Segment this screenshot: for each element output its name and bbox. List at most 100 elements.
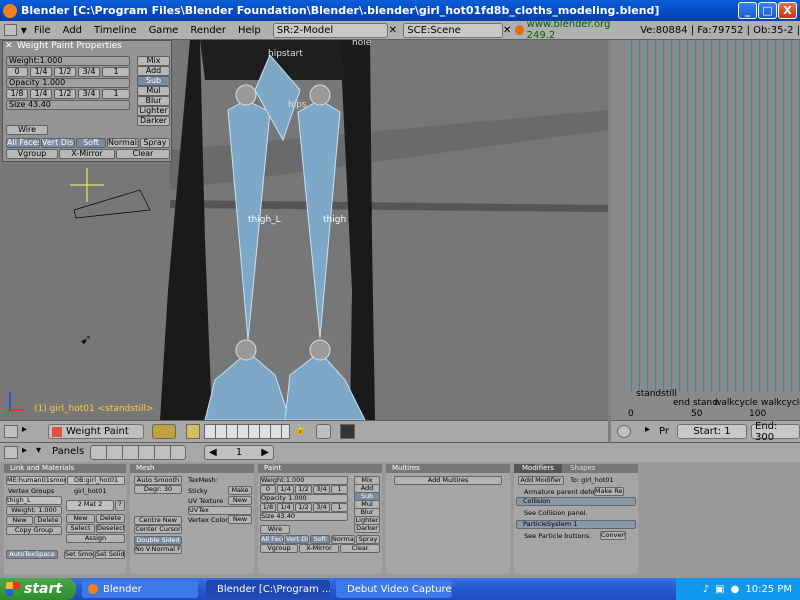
particle-system-modifier[interactable]: ParticleSystem 1	[516, 520, 636, 529]
paint-soft[interactable]: Soft	[310, 535, 330, 544]
draw-type-icon[interactable]	[152, 424, 176, 439]
paint-opacity-1-8[interactable]: 1/8	[260, 503, 276, 512]
menu-timeline[interactable]: Timeline	[88, 25, 143, 36]
wp-size-slider[interactable]: Size 43.40	[6, 100, 130, 110]
panels-menu[interactable]: Panels	[52, 446, 84, 457]
paint-normals[interactable]: Normals	[331, 535, 355, 544]
wp-mode-lighter[interactable]: Lighter	[137, 106, 170, 116]
wp-opacity-1-4[interactable]: 1/4	[30, 89, 52, 99]
vertex-group-selector[interactable]: thigh_L	[6, 496, 62, 505]
paint-wire-toggle[interactable]: Wire	[260, 525, 290, 534]
menu-game[interactable]: Game	[143, 25, 185, 36]
timeline-type-icon[interactable]	[617, 425, 631, 438]
paint-opacity-1-4[interactable]: 1/4	[277, 503, 294, 512]
wp-normals[interactable]: Normals	[107, 138, 139, 148]
timeline-window[interactable]: standstill end stand walkcycle walkcycle…	[611, 40, 800, 420]
double-sided-toggle[interactable]: Double Sided	[134, 536, 182, 545]
timeline-marker-walkcycle-2[interactable]: walkcycle	[761, 398, 800, 408]
paint-weight-3-4[interactable]: 3/4	[313, 485, 330, 494]
wp-all-faces[interactable]: All Faces	[6, 138, 40, 148]
wp-soft[interactable]: Soft	[76, 138, 106, 148]
timeline-marker-walkcycle[interactable]: walkcycle	[714, 398, 758, 408]
material-index-field[interactable]: 2 Mat 2	[66, 500, 114, 511]
auto-smooth-toggle[interactable]: Auto Smooth	[134, 476, 182, 485]
menu-add[interactable]: Add	[57, 25, 88, 36]
paint-weight-slider[interactable]: Weight:1.000	[260, 476, 348, 485]
frame-next-icon[interactable]: ▶	[261, 447, 269, 458]
paint-all-faces[interactable]: All Faces	[260, 535, 284, 544]
wp-weight-3-4[interactable]: 3/4	[78, 67, 100, 77]
render-preview-icon[interactable]	[340, 424, 355, 439]
center-cursor-button[interactable]: Center Cursor	[134, 525, 182, 534]
wp-wire-toggle[interactable]: Wire	[6, 125, 48, 135]
start-button[interactable]: start	[0, 578, 76, 600]
taskbar-item-blender[interactable]: Blender	[82, 580, 198, 598]
set-solid-button[interactable]: Set Solid	[95, 550, 125, 559]
uvtex-layer[interactable]: UVTex	[188, 506, 252, 515]
paint-opacity-3-4[interactable]: 3/4	[313, 503, 330, 512]
timeline-collapse-icon[interactable]: ▸	[645, 424, 650, 435]
material-arrow-icon[interactable]: ?	[115, 500, 125, 511]
copy-group-button[interactable]: Copy Group	[6, 526, 62, 535]
frame-number-field[interactable]: ◀ 1 ▶	[204, 445, 274, 460]
wp-mode-mul[interactable]: Mul	[137, 86, 170, 96]
collision-modifier[interactable]: Collision	[516, 497, 636, 506]
wp-weight-1-2[interactable]: 1/2	[54, 67, 76, 77]
set-smooth-button[interactable]: Set Smooth	[64, 550, 94, 559]
wp-opacity-1[interactable]: 1	[102, 89, 130, 99]
screen-selector[interactable]: SR:2-Model	[272, 22, 389, 38]
vgroup-new-button[interactable]: New	[6, 516, 33, 525]
autotexspace-toggle[interactable]: AutoTexSpace	[6, 550, 58, 559]
paint-weight-1-4[interactable]: 1/4	[277, 485, 294, 494]
wp-opacity-3-4[interactable]: 3/4	[78, 89, 100, 99]
paint-size-slider[interactable]: Size 43.40	[260, 512, 348, 521]
add-modifier-button[interactable]: Add Modifier	[518, 476, 564, 485]
shapes-tab[interactable]: Shapes	[562, 464, 604, 473]
paint-brush-icon[interactable]	[186, 424, 200, 439]
paint-vert-dist[interactable]: Vert Dist	[285, 535, 309, 544]
context-buttons[interactable]	[90, 445, 186, 460]
wp-opacity-1-8[interactable]: 1/8	[6, 89, 28, 99]
wp-weight-0[interactable]: 0	[6, 67, 28, 77]
paint-opacity-1-2[interactable]: 1/2	[295, 503, 312, 512]
buttons-collapse-icon[interactable]: ▸	[22, 445, 27, 456]
modifiers-tab[interactable]: Modifiers	[514, 464, 562, 473]
mesh-name-field[interactable]: ME:human01smooth	[6, 476, 66, 485]
timeline-marker-standstill[interactable]: standstill	[636, 389, 677, 399]
maximize-button[interactable]: □	[758, 2, 777, 19]
mode-selector[interactable]: Weight Paint	[48, 424, 144, 439]
collapse-arrow-icon[interactable]: ▼	[21, 26, 28, 35]
menu-help[interactable]: Help	[232, 25, 267, 36]
material-delete-button[interactable]: Delete	[96, 514, 125, 523]
panels-menu-arrow[interactable]: ▾	[36, 445, 41, 456]
wp-mode-add[interactable]: Add	[137, 66, 170, 76]
wp-mode-darker[interactable]: Darker	[137, 116, 170, 126]
wp-mode-mix[interactable]: Mix	[137, 56, 170, 66]
paint-vgroup[interactable]: Vgroup	[260, 544, 298, 553]
paint-weight-1[interactable]: 1	[331, 485, 348, 494]
wp-mode-blur[interactable]: Blur	[137, 96, 170, 106]
add-multires-button[interactable]: Add Multires	[394, 476, 502, 485]
proportional-edit-icon[interactable]	[316, 424, 331, 439]
paint-weight-0[interactable]: 0	[260, 485, 276, 494]
paint-mode-darker[interactable]: Darker	[354, 524, 380, 533]
wp-weight-1[interactable]: 1	[102, 67, 130, 77]
end-frame-field[interactable]: End: 300	[751, 421, 800, 443]
paint-opacity-1[interactable]: 1	[331, 503, 348, 512]
header-collapse-icon[interactable]: ▸	[22, 424, 27, 435]
material-new-button[interactable]: New	[66, 514, 95, 523]
wp-x-mirror[interactable]: X-Mirror	[59, 149, 115, 159]
speaker-icon[interactable]: ♪	[703, 584, 709, 595]
assign-button[interactable]: Assign	[66, 534, 125, 543]
wp-weight-slider[interactable]: Weight:1.000	[6, 56, 130, 66]
layer-buttons[interactable]	[204, 424, 290, 439]
wp-spray[interactable]: Spray	[140, 138, 170, 148]
select-button[interactable]: Select	[66, 524, 95, 533]
wp-vert-dist[interactable]: Vert Dist	[41, 138, 75, 148]
menu-render[interactable]: Render	[184, 25, 232, 36]
lock-icon[interactable]: 🔒	[294, 424, 306, 439]
taskbar-item-debut[interactable]: Debut Video Capture ...	[336, 580, 452, 598]
vertex-weight-field[interactable]: Weight: 1.000	[6, 506, 62, 515]
scene-close-icon[interactable]: ✕	[503, 25, 512, 36]
paint-x-mirror[interactable]: X-Mirror	[299, 544, 339, 553]
